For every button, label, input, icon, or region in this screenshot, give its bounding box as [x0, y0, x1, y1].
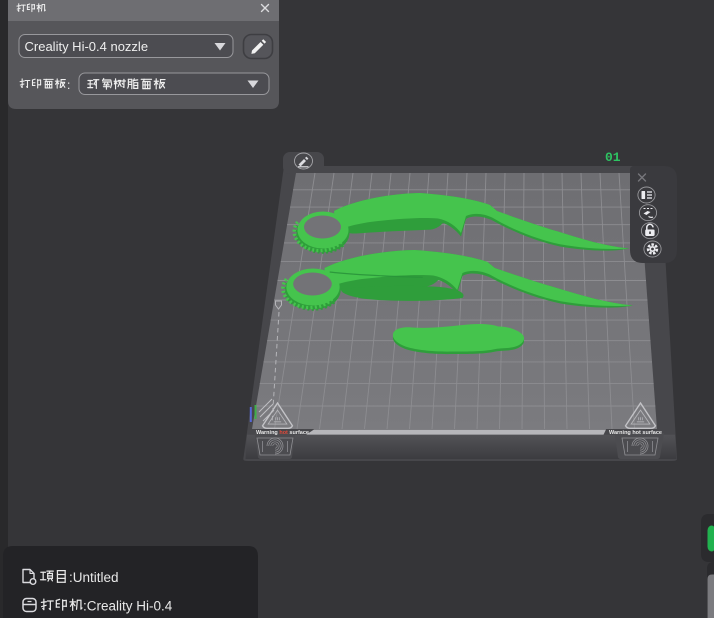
svg-text:Warning hot surface: Warning hot surface	[256, 430, 309, 436]
svg-text::Creality Hi-0.4: :Creality Hi-0.4	[83, 599, 173, 614]
svg-text::: :	[67, 78, 70, 92]
svg-text:Creality Hi-0.4 nozzle: Creality Hi-0.4 nozzle	[25, 39, 149, 54]
svg-text:01: 01	[605, 150, 621, 165]
svg-text:Warning hot surface: Warning hot surface	[609, 430, 662, 436]
svg-text::Untitled: :Untitled	[69, 570, 119, 585]
